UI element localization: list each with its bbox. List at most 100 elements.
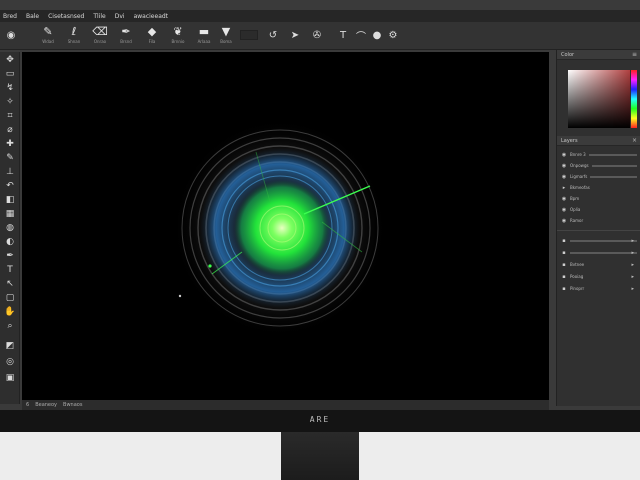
- folder-icon: ▪: [562, 285, 566, 292]
- zoom-level[interactable]: 6: [26, 402, 29, 408]
- warp-icon[interactable]: ⌒: [354, 28, 368, 43]
- color-panel-header[interactable]: Color ≡: [557, 50, 640, 60]
- list-item[interactable]: ▪ Pooiag ▸: [561, 272, 637, 281]
- right-panels: Color ≡ Layers × ◉ Bnnre 3 ◉ Onpowgs ◉ L…: [556, 50, 640, 406]
- list-item[interactable]: ▪ ▸: [561, 248, 637, 257]
- layer-row[interactable]: ◉ Onpowgs: [561, 161, 637, 170]
- dodge-tool-icon[interactable]: ◐: [4, 236, 16, 248]
- menu-item-5[interactable]: awacieeadt: [134, 13, 168, 20]
- eraser-tool-icon[interactable]: ◧: [4, 194, 16, 206]
- monitor-stand: [281, 432, 359, 480]
- menu-item-3[interactable]: Tlile: [93, 13, 105, 20]
- option-lasso[interactable]: ℓ Shnan: [62, 25, 86, 47]
- menu-bar: Bred Bale Cisetasnsed Tlile Dvi awacieea…: [0, 10, 640, 22]
- row-slider[interactable]: [570, 239, 637, 242]
- option-shield[interactable]: ▼ Boma: [214, 25, 238, 47]
- layer-row[interactable]: ◉ Oplia: [561, 205, 637, 214]
- folder-icon: ▪: [562, 273, 566, 280]
- heal-tool-icon[interactable]: ✚: [4, 138, 16, 150]
- status-extra: Bwnaos: [63, 402, 83, 408]
- hue-slider[interactable]: [631, 70, 637, 128]
- shield-icon: ▼: [221, 25, 231, 38]
- layer-row[interactable]: ◉ Bpm: [561, 194, 637, 203]
- folder-icon: ▪: [562, 237, 566, 244]
- chevron-right-icon[interactable]: ▸: [631, 262, 634, 268]
- layer-eye-icon[interactable]: ◉: [561, 163, 567, 169]
- green-core: [234, 180, 330, 276]
- option-brush[interactable]: ✎ Wdad: [36, 25, 60, 47]
- text-icon[interactable]: T: [336, 28, 350, 42]
- pen-tool-icon[interactable]: ✒: [4, 250, 16, 262]
- option-clone[interactable]: ❦ Brnnio: [166, 25, 190, 47]
- layer-eye-icon[interactable]: ◉: [561, 196, 567, 202]
- zoom-tool-icon[interactable]: ⌕: [4, 320, 16, 332]
- list-item[interactable]: ▪ Pinoprr ▸: [561, 284, 637, 293]
- chevron-right-icon[interactable]: ▸: [631, 250, 634, 256]
- mask-mode-icon[interactable]: ◎: [4, 356, 16, 368]
- eyedropper-tool-icon[interactable]: ⌀: [4, 124, 16, 136]
- panel-divider: [557, 230, 640, 231]
- crop-tool-icon[interactable]: ⌗: [4, 110, 16, 122]
- menu-item-1[interactable]: Bale: [26, 13, 39, 20]
- tool-preset-icon[interactable]: ◉: [4, 28, 18, 42]
- option-line[interactable]: ▬ Arlaaa: [192, 25, 216, 47]
- airbrush-icon[interactable]: ✇: [310, 28, 324, 42]
- layer-slider[interactable]: [590, 175, 637, 178]
- tool-palette: ✥ ▭ ↯ ✧ ⌗ ⌀ ✚ ✎ ⊥ ↶ ◧ ▦ ◍ ◐ ✒ T ↖ ▢ ✋ ⌕ …: [0, 52, 20, 404]
- type-tool-icon[interactable]: T: [4, 264, 16, 276]
- chevron-right-icon[interactable]: ▸: [631, 274, 634, 280]
- layer-slider[interactable]: [588, 153, 637, 156]
- layer-eye-icon[interactable]: ◉: [561, 218, 567, 224]
- fg-bg-color-icon[interactable]: ◩: [4, 340, 16, 352]
- layer-row[interactable]: ▸ Bkmeofas: [561, 183, 637, 192]
- brush-icon: ✎: [43, 25, 53, 38]
- layer-eye-icon[interactable]: ◉: [561, 207, 567, 213]
- flow-icon[interactable]: ➤: [288, 28, 302, 42]
- layer-eye-icon[interactable]: ◉: [561, 152, 567, 158]
- layer-row[interactable]: ◉ Bnnre 3: [561, 150, 637, 159]
- layer-row[interactable]: ◉ Ramor: [561, 216, 637, 225]
- bucket-icon: ◆: [147, 25, 157, 38]
- options-bar: ◉ ✎ Wdad ℓ Shnan ⌫ Onrao ✒ Brsnd ◆ Fila: [0, 22, 640, 50]
- mode-icon[interactable]: ↺: [266, 28, 280, 42]
- move-tool-icon[interactable]: ✥: [4, 54, 16, 66]
- shape-tool-icon[interactable]: ▢: [4, 292, 16, 304]
- chevron-right-icon[interactable]: ▸: [631, 286, 634, 292]
- layer-slider[interactable]: [591, 164, 637, 167]
- canvas-artwork: [172, 118, 388, 338]
- hand-tool-icon[interactable]: ✋: [4, 306, 16, 318]
- layer-eye-icon[interactable]: ◉: [561, 174, 567, 180]
- size-field[interactable]: [240, 30, 258, 40]
- gradient-tool-icon[interactable]: ▦: [4, 208, 16, 220]
- row-slider[interactable]: [570, 251, 637, 254]
- wand-tool-icon[interactable]: ✧: [4, 96, 16, 108]
- option-eraser[interactable]: ⌫ Onrao: [88, 25, 112, 47]
- lasso-tool-icon[interactable]: ↯: [4, 82, 16, 94]
- folder-icon: ▪: [562, 261, 566, 268]
- marquee-tool-icon[interactable]: ▭: [4, 68, 16, 80]
- app-menu[interactable]: Bred: [3, 13, 17, 20]
- blur-tool-icon[interactable]: ◍: [4, 222, 16, 234]
- chevron-right-icon[interactable]: ▸: [631, 238, 634, 244]
- drop-icon[interactable]: ●: [370, 28, 384, 42]
- brush-tool-icon[interactable]: ✎: [4, 152, 16, 164]
- settings-icon[interactable]: ⚙: [386, 28, 400, 42]
- list-item[interactable]: ▪ Bvtnee ▸: [561, 260, 637, 269]
- layer-eye-icon[interactable]: ▸: [561, 185, 567, 191]
- list-item[interactable]: ▪ ▸: [561, 236, 637, 245]
- eraser-icon: ⌫: [92, 25, 108, 38]
- close-icon[interactable]: ×: [632, 137, 637, 144]
- document-canvas[interactable]: [22, 52, 549, 400]
- path-tool-icon[interactable]: ↖: [4, 278, 16, 290]
- stamp-tool-icon[interactable]: ⊥: [4, 166, 16, 178]
- option-pen[interactable]: ✒ Brsnd: [114, 25, 138, 47]
- menu-item-2[interactable]: Cisetasnsed: [48, 13, 84, 20]
- panel-menu-icon[interactable]: ≡: [632, 51, 637, 58]
- screen-mode-icon[interactable]: ▣: [4, 372, 16, 384]
- color-picker-field[interactable]: [568, 70, 630, 128]
- layer-row[interactable]: ◉ Ligmarfs: [561, 172, 637, 181]
- option-bucket[interactable]: ◆ Fila: [140, 25, 164, 47]
- history-tool-icon[interactable]: ↶: [4, 180, 16, 192]
- layers-panel-header[interactable]: Layers ×: [557, 136, 640, 146]
- menu-item-4[interactable]: Dvi: [115, 13, 125, 20]
